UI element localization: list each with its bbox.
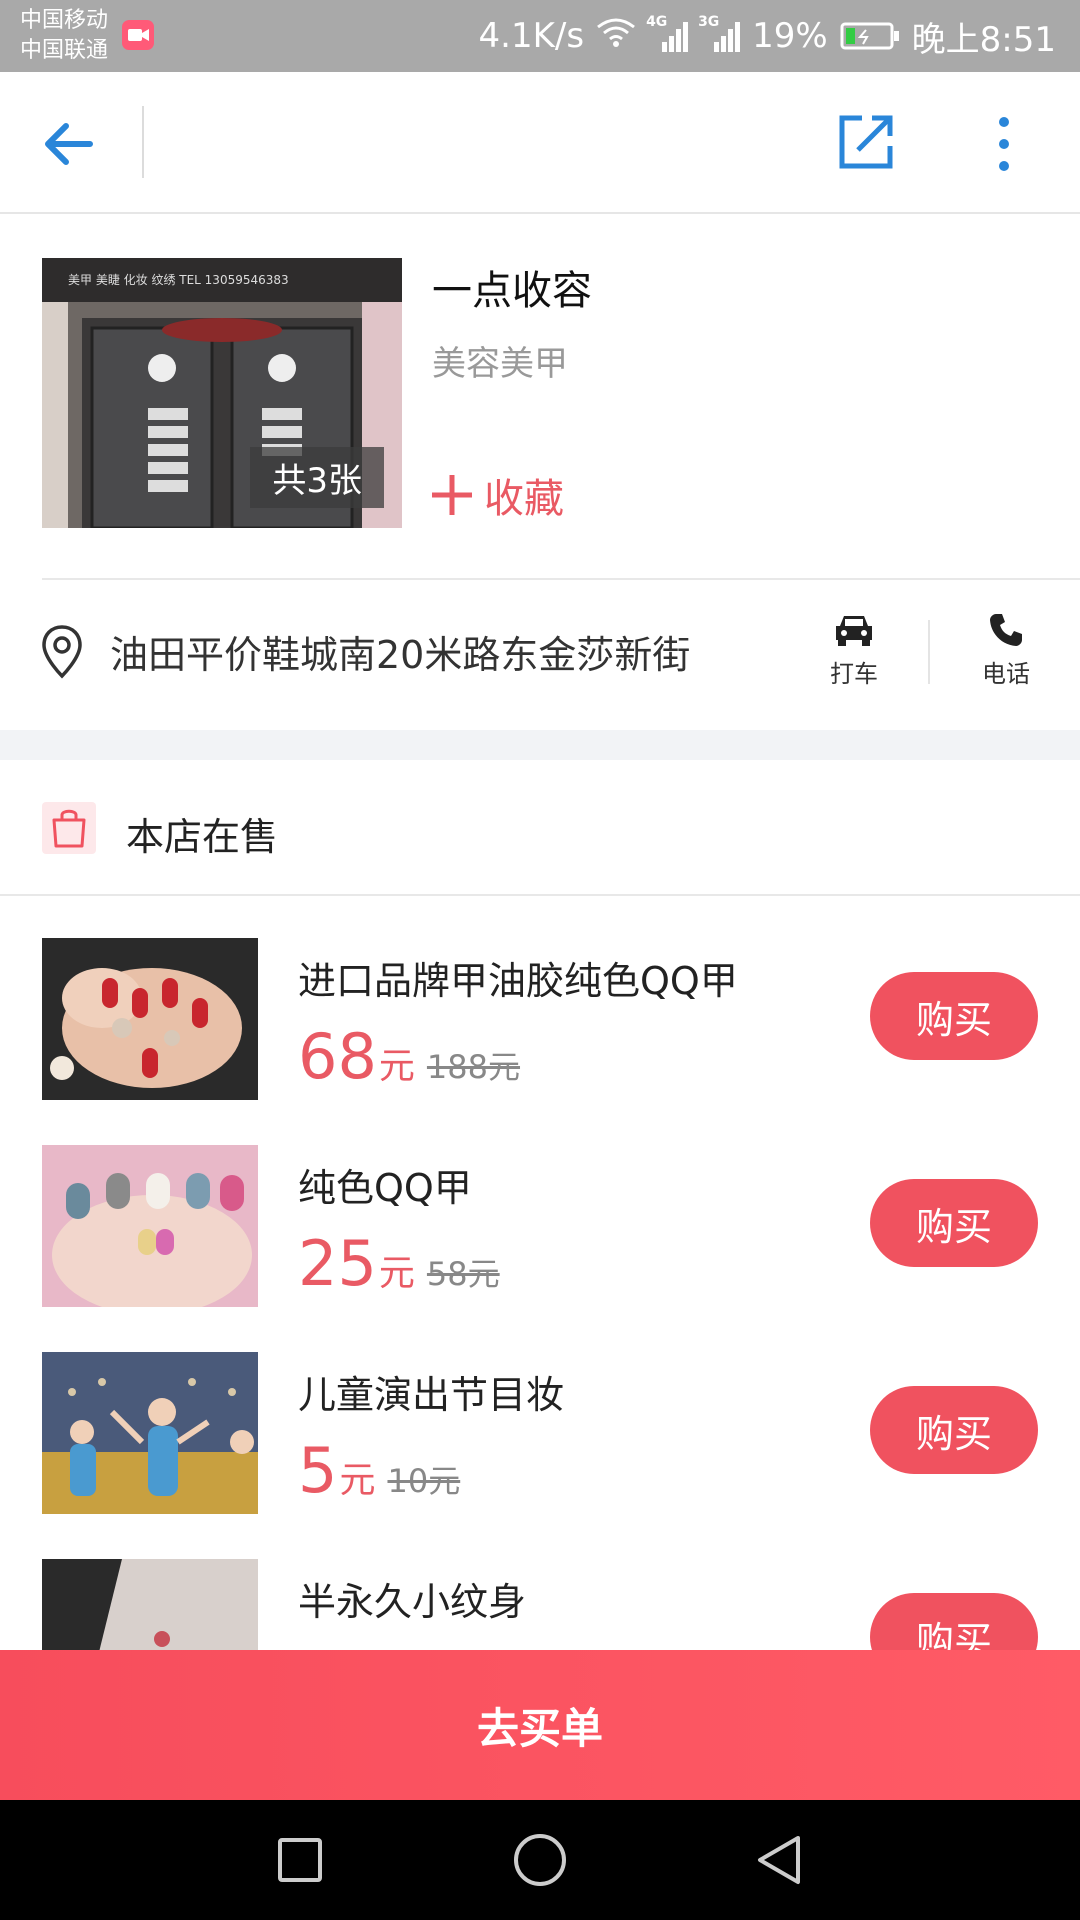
product-price: 68 元 188元 bbox=[298, 1020, 520, 1093]
storefront-sign-text: 美甲 美睫 化妆 纹绣 TEL 13059546383 bbox=[68, 273, 289, 287]
back-button[interactable] bbox=[40, 112, 104, 176]
original-price: 58元 bbox=[426, 1255, 500, 1293]
clock: 晚上8:51 bbox=[911, 19, 1056, 60]
buy-button[interactable]: 购买 bbox=[870, 972, 1038, 1060]
back-arrow-icon bbox=[45, 123, 93, 165]
video-app-icon bbox=[122, 20, 154, 50]
product-price: 25 元 58元 bbox=[298, 1227, 500, 1300]
phone-icon bbox=[990, 614, 1022, 646]
carrier-1: 中国移动 bbox=[20, 8, 109, 33]
photo-count-badge: 共3张 bbox=[250, 447, 384, 508]
section-gap bbox=[0, 730, 1080, 760]
signal-4g-icon: 4G bbox=[646, 14, 689, 52]
price-value: 68 bbox=[298, 1020, 377, 1093]
product-title: 儿童演出节目妆 bbox=[298, 1373, 565, 1417]
on-sale-header: 本店在售 bbox=[0, 760, 1080, 896]
wifi-icon bbox=[596, 16, 636, 56]
carrier-info: 中国移动 中国联通 bbox=[20, 6, 108, 66]
top-navigation-bar bbox=[0, 72, 1080, 214]
taxi-button[interactable]: 打车 bbox=[806, 612, 902, 689]
more-options-button[interactable] bbox=[986, 112, 1022, 176]
original-price: 10元 bbox=[387, 1462, 461, 1500]
product-thumbnail bbox=[42, 1352, 258, 1514]
price-value: 5 bbox=[298, 1434, 338, 1507]
checkout-button[interactable]: 去买单 bbox=[0, 1650, 1080, 1800]
favorite-button[interactable]: 收藏 bbox=[430, 466, 564, 524]
system-back-button[interactable] bbox=[754, 1834, 804, 1886]
plus-icon bbox=[432, 475, 472, 515]
price-unit: 元 bbox=[378, 1046, 415, 1087]
action-divider bbox=[928, 620, 930, 684]
share-icon bbox=[839, 115, 893, 169]
original-price: 188元 bbox=[426, 1048, 521, 1086]
taxi-icon bbox=[836, 616, 872, 646]
recent-apps-button[interactable] bbox=[278, 1838, 322, 1882]
shop-name: 一点收容 bbox=[432, 268, 592, 314]
price-unit: 元 bbox=[339, 1460, 376, 1501]
phone-label: 电话 bbox=[982, 660, 1030, 688]
favorite-label: 收藏 bbox=[484, 476, 564, 522]
product-price: 5 元 10元 bbox=[298, 1434, 460, 1507]
price-unit: 元 bbox=[378, 1253, 415, 1294]
home-button[interactable] bbox=[514, 1834, 566, 1886]
carrier-2: 中国联通 bbox=[20, 38, 109, 63]
product-item[interactable]: 儿童演出节目妆 5 元 10元 购买 bbox=[0, 1352, 1080, 1560]
more-icon bbox=[999, 117, 1009, 171]
product-title: 纯色QQ甲 bbox=[298, 1166, 472, 1210]
location-pin-icon bbox=[42, 625, 82, 679]
buy-button[interactable]: 购买 bbox=[870, 1179, 1038, 1267]
system-navigation-bar bbox=[0, 1800, 1080, 1920]
product-thumbnail bbox=[42, 938, 258, 1100]
product-thumbnail bbox=[42, 1145, 258, 1307]
shop-photo[interactable]: 美甲 美睫 化妆 纹绣 TEL 13059546383 共3张 bbox=[42, 258, 402, 528]
status-indicators: 4.1K/s 4G 3G 19% 晚上8:51 bbox=[479, 0, 1056, 72]
shop-category: 美容美甲 bbox=[432, 344, 568, 384]
network-speed: 4.1K/s bbox=[478, 16, 585, 56]
price-value: 25 bbox=[298, 1227, 377, 1300]
shop-address[interactable]: 油田平价鞋城南20米路东金莎新街 bbox=[110, 624, 690, 679]
nav-divider bbox=[142, 106, 144, 178]
product-item[interactable]: 进口品牌甲油胶纯色QQ甲 68 元 188元 购买 bbox=[0, 938, 1080, 1146]
status-bar: 中国移动 中国联通 4.1K/s 4G 3G 19% 晚上8:51 bbox=[0, 0, 1080, 72]
address-row: 油田平价鞋城南20米路东金莎新街 打车 电话 bbox=[0, 580, 1080, 730]
section-title: 本店在售 bbox=[126, 815, 279, 859]
product-item[interactable]: 纯色QQ甲 25 元 58元 购买 bbox=[0, 1145, 1080, 1353]
shopping-bag-icon bbox=[42, 802, 96, 854]
battery-percent: 19% bbox=[752, 16, 828, 56]
signal-3g-icon: 3G bbox=[698, 14, 741, 52]
taxi-label: 打车 bbox=[830, 660, 878, 688]
share-button[interactable] bbox=[836, 112, 896, 172]
buy-button[interactable]: 购买 bbox=[870, 1386, 1038, 1474]
phone-button[interactable]: 电话 bbox=[958, 612, 1054, 689]
product-title: 进口品牌甲油胶纯色QQ甲 bbox=[298, 959, 738, 1003]
product-title: 半永久小纹身 bbox=[298, 1580, 527, 1624]
battery-icon bbox=[840, 22, 900, 50]
